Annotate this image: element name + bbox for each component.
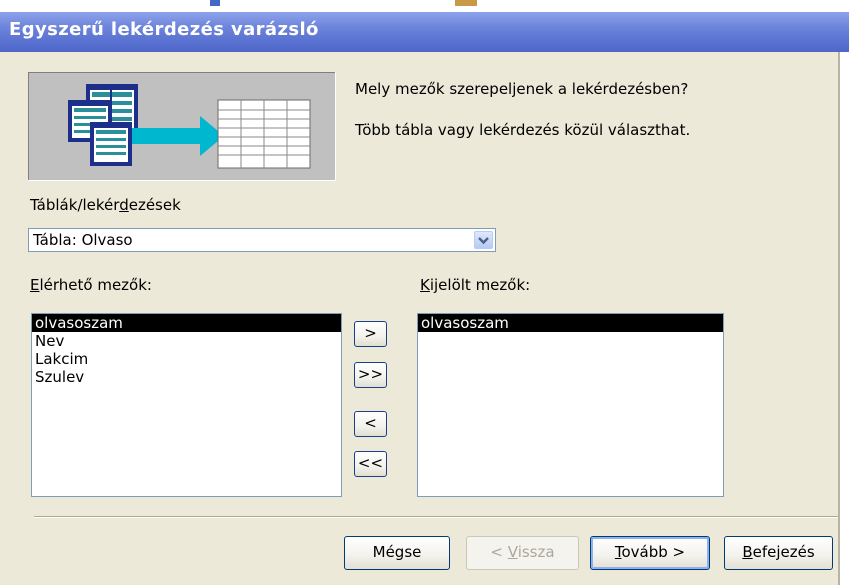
next-button[interactable]: Tovább > [590,536,710,570]
tables-combobox[interactable]: Tábla: Olvaso [28,228,496,252]
selected-fields-label: Kijelölt mezők: [420,276,530,294]
source-table-icon [90,122,132,166]
tables-label: Táblák/lekérdezések [30,196,181,214]
list-item[interactable]: Nev [32,332,341,350]
add-field-button[interactable]: > [354,321,387,347]
selected-fields-label-text: ijelölt mezők: [429,276,531,294]
list-item[interactable]: Lakcim [32,350,341,368]
add-all-fields-button[interactable]: >> [354,362,387,388]
tables-combobox-value: Tábla: Olvaso [33,231,133,249]
list-item[interactable]: olvasoszam [418,314,723,332]
back-button-prefix: < [490,543,508,561]
window-right-edge [838,52,849,585]
wizard-illustration [28,72,336,181]
remove-all-fields-button[interactable]: << [354,451,387,477]
tables-to-query-icon [68,84,311,169]
available-fields-label: Elérhető mezők: [30,276,152,294]
selected-fields-list[interactable]: olvasoszam [417,313,724,497]
selected-fields-accesskey: K [420,276,430,294]
finish-button-label: efejezés [752,543,815,561]
tables-label-accesskey: d [119,196,129,214]
footer-separator [34,516,838,518]
back-button-label: issza [517,543,555,561]
chevron-down-icon [478,237,489,245]
title-bar[interactable]: Egyszerű lekérdezés varázsló [0,12,849,52]
finish-button[interactable]: Befejezés [724,536,833,570]
list-item[interactable]: Szulev [32,368,341,386]
remove-field-button[interactable]: < [354,411,387,437]
back-button[interactable]: < Vissza [466,536,579,570]
next-button-label: ovább > [621,543,686,561]
question-text: Mely mezők szerepeljenek a lekérdezésben… [355,80,689,98]
available-fields-label-text: lérhető mezők: [39,276,152,294]
cancel-button[interactable]: Mégse [344,536,450,570]
available-fields-list[interactable]: olvasoszam Nev Lakcim Szulev [31,313,342,497]
top-edge [0,0,849,12]
background-window-fragment [210,0,220,6]
list-item[interactable]: olvasoszam [32,314,341,332]
window-title: Egyszerű lekérdezés varázsló [9,19,319,40]
background-window-fragment [455,0,477,6]
finish-button-accesskey: B [742,543,753,561]
tables-label-text-end: ezések [128,196,181,214]
tables-label-text: Táblák/lekér [30,196,120,214]
arrow-right-icon [132,116,224,156]
dropdown-button[interactable] [474,231,493,249]
back-button-accesskey: V [507,543,518,561]
hint-text: Több tábla vagy lekérdezés közül választ… [355,121,691,139]
result-table-icon [217,99,311,169]
